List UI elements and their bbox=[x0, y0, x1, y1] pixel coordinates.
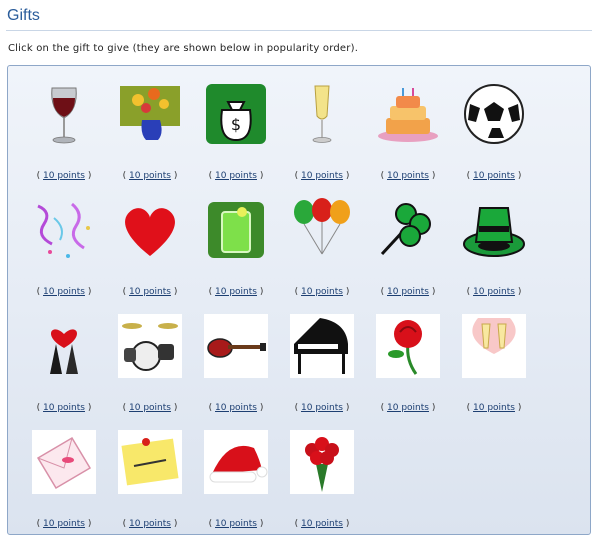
gift-price: ( 10 points ) bbox=[466, 287, 522, 297]
gift-price: ( 10 points ) bbox=[380, 287, 436, 297]
santa-hat-icon[interactable] bbox=[204, 430, 268, 494]
gift-price: ( 10 points ) bbox=[36, 287, 92, 297]
gift-price: ( 10 points ) bbox=[208, 403, 264, 413]
points-link[interactable]: 10 points bbox=[215, 171, 257, 181]
green-drink-icon[interactable] bbox=[204, 198, 268, 262]
gift-price: ( 10 points ) bbox=[380, 403, 436, 413]
points-link[interactable]: 10 points bbox=[473, 171, 515, 181]
instructions-text: Click on the gift to give (they are show… bbox=[8, 43, 359, 54]
points-link[interactable]: 10 points bbox=[301, 519, 343, 529]
svg-text:$: $ bbox=[231, 115, 241, 134]
soccer-ball-icon[interactable] bbox=[462, 82, 526, 146]
points-link[interactable]: 10 points bbox=[215, 403, 257, 413]
valentine-couple-icon[interactable] bbox=[32, 314, 96, 378]
gift-price: ( 10 points ) bbox=[466, 403, 522, 413]
love-letter-icon[interactable] bbox=[32, 430, 96, 494]
points-link[interactable]: 10 points bbox=[129, 519, 171, 529]
gift-price: ( 10 points ) bbox=[122, 403, 178, 413]
gift-price: ( 10 points ) bbox=[122, 519, 178, 529]
points-link[interactable]: 10 points bbox=[43, 287, 85, 297]
gift-price: ( 10 points ) bbox=[466, 171, 522, 181]
points-link[interactable]: 10 points bbox=[43, 519, 85, 529]
gift-price: ( 10 points ) bbox=[36, 403, 92, 413]
flower-vase-icon[interactable] bbox=[118, 82, 182, 146]
drum-kit-icon[interactable] bbox=[118, 314, 182, 378]
gift-price: ( 10 points ) bbox=[36, 171, 92, 181]
birthday-cake-icon[interactable] bbox=[376, 82, 440, 146]
gift-grid: ( 10 points ) ( 10 points ) $ ( 10 point… bbox=[7, 65, 591, 535]
heart-icon[interactable] bbox=[118, 198, 182, 262]
points-link[interactable]: 10 points bbox=[43, 403, 85, 413]
rose-bouquet-icon[interactable] bbox=[290, 430, 354, 494]
gift-price: ( 10 points ) bbox=[208, 171, 264, 181]
gift-price: ( 10 points ) bbox=[36, 519, 92, 529]
electric-guitar-icon[interactable] bbox=[204, 314, 268, 378]
points-link[interactable]: 10 points bbox=[387, 403, 429, 413]
points-link[interactable]: 10 points bbox=[301, 171, 343, 181]
money-bag-icon[interactable]: $ bbox=[204, 82, 268, 146]
shamrock-icon[interactable] bbox=[376, 198, 440, 262]
points-link[interactable]: 10 points bbox=[301, 403, 343, 413]
page-title: Gifts bbox=[7, 7, 40, 24]
gift-price: ( 10 points ) bbox=[208, 287, 264, 297]
gift-price: ( 10 points ) bbox=[380, 171, 436, 181]
points-link[interactable]: 10 points bbox=[215, 287, 257, 297]
grand-piano-icon[interactable] bbox=[290, 314, 354, 378]
gift-price: ( 10 points ) bbox=[122, 287, 178, 297]
points-link[interactable]: 10 points bbox=[43, 171, 85, 181]
leprechaun-hat-icon[interactable] bbox=[462, 198, 526, 262]
points-link[interactable]: 10 points bbox=[473, 287, 515, 297]
wine-glass-icon[interactable] bbox=[32, 82, 96, 146]
points-link[interactable]: 10 points bbox=[129, 171, 171, 181]
points-link[interactable]: 10 points bbox=[215, 519, 257, 529]
points-link[interactable]: 10 points bbox=[301, 287, 343, 297]
gift-price: ( 10 points ) bbox=[122, 171, 178, 181]
champagne-glass-icon[interactable] bbox=[290, 82, 354, 146]
streamers-icon[interactable] bbox=[32, 198, 96, 262]
gift-price: ( 10 points ) bbox=[294, 403, 350, 413]
red-rose-icon[interactable] bbox=[376, 314, 440, 378]
gift-price: ( 10 points ) bbox=[294, 287, 350, 297]
points-link[interactable]: 10 points bbox=[473, 403, 515, 413]
gift-price: ( 10 points ) bbox=[208, 519, 264, 529]
points-link[interactable]: 10 points bbox=[129, 403, 171, 413]
champagne-toast-icon[interactable] bbox=[462, 314, 526, 378]
gift-price: ( 10 points ) bbox=[294, 519, 350, 529]
balloons-icon[interactable] bbox=[290, 198, 354, 262]
love-you-note-icon[interactable] bbox=[118, 430, 182, 494]
points-link[interactable]: 10 points bbox=[387, 287, 429, 297]
title-divider bbox=[6, 30, 592, 31]
points-link[interactable]: 10 points bbox=[387, 171, 429, 181]
gift-price: ( 10 points ) bbox=[294, 171, 350, 181]
points-link[interactable]: 10 points bbox=[129, 287, 171, 297]
